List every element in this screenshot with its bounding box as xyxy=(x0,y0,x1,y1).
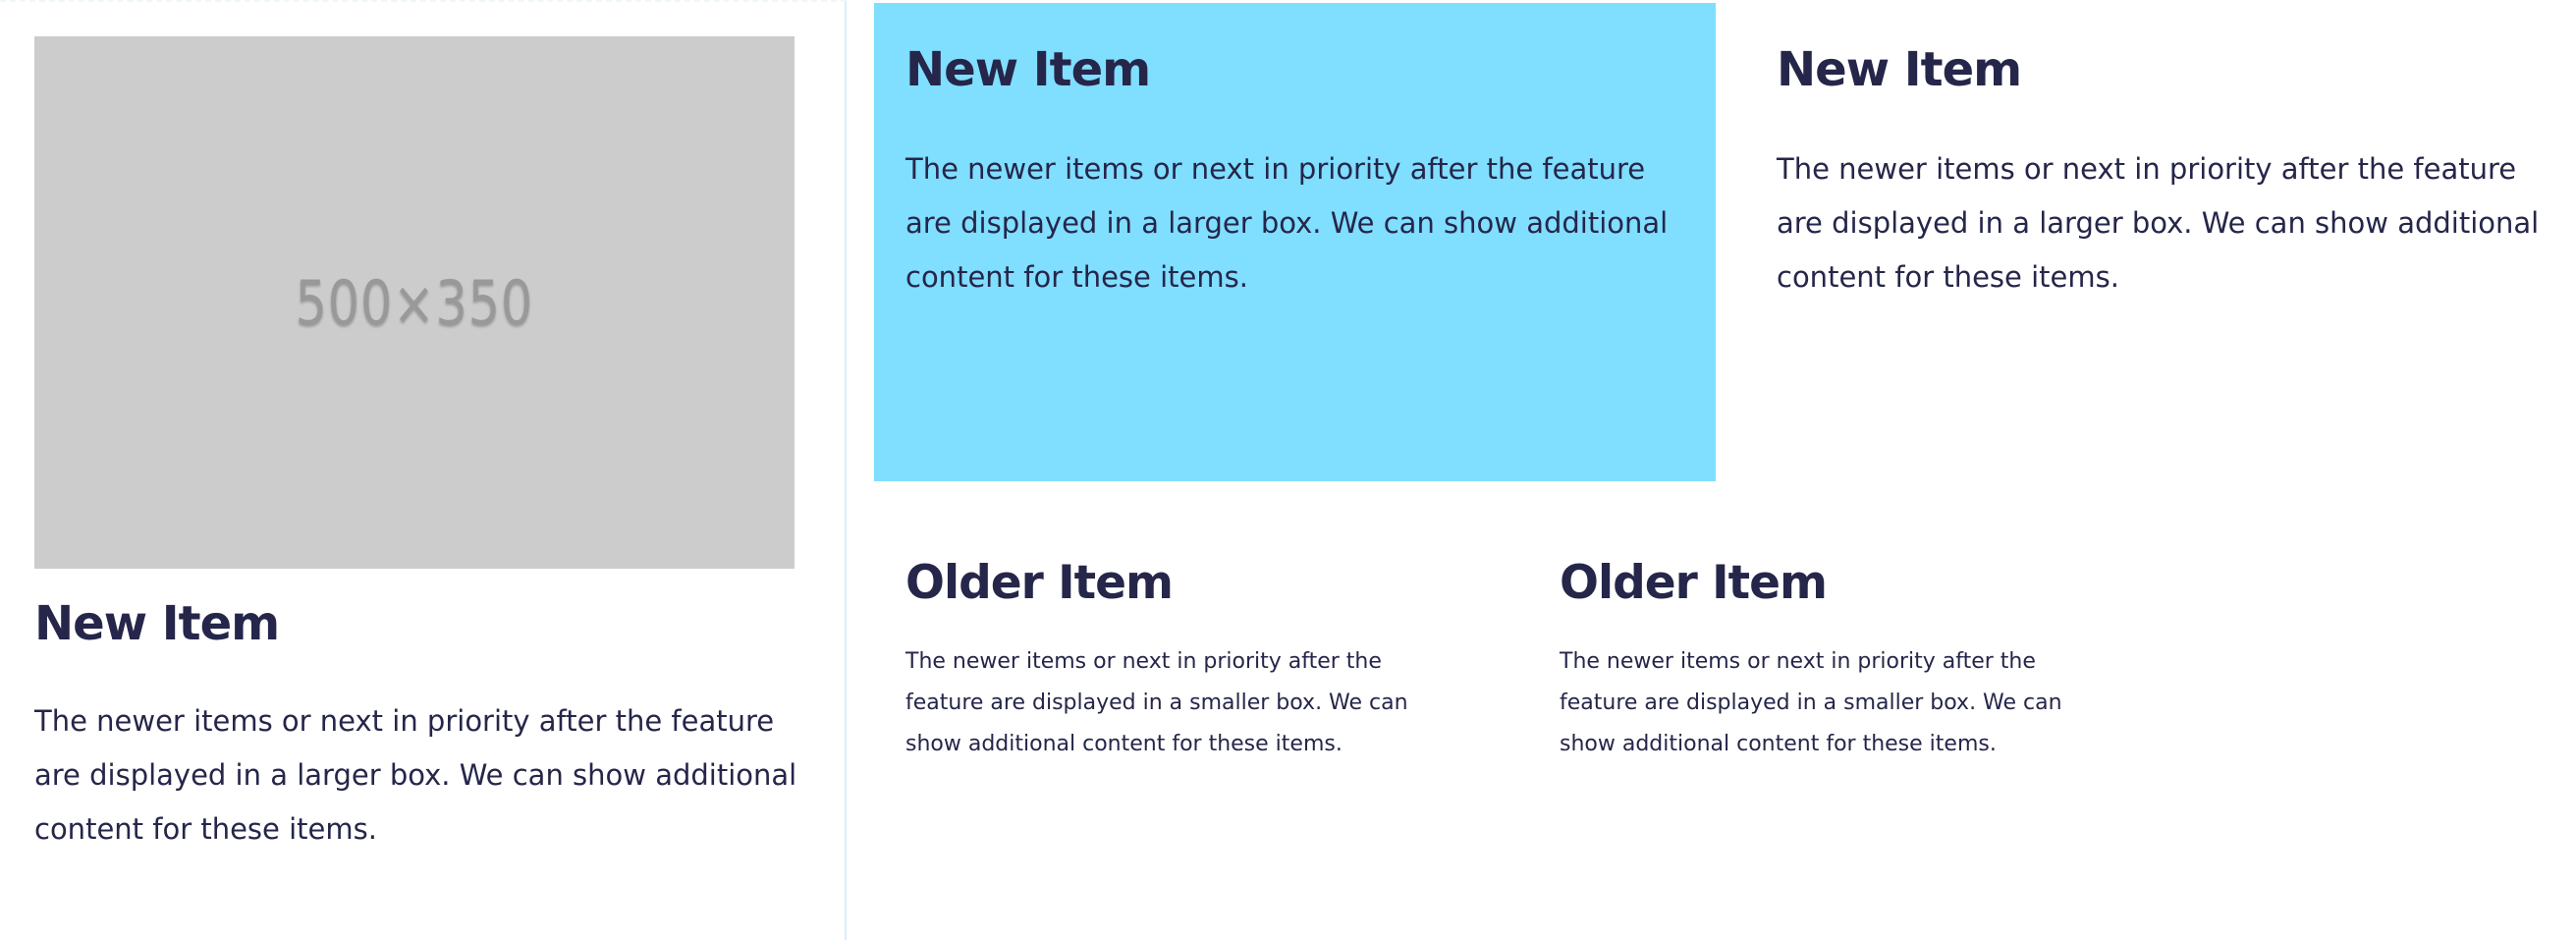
new-item-description: The newer items or next in priority afte… xyxy=(1777,152,2540,294)
older-item-description: The newer items or next in priority afte… xyxy=(905,649,1408,756)
new-item-title: New Item xyxy=(1777,42,2022,97)
new-item-description: The newer items or next in priority afte… xyxy=(905,152,1669,294)
feature-item-title: New Item xyxy=(34,596,280,651)
older-item-card[interactable]: Older Item The newer items or next in pr… xyxy=(905,540,1475,776)
feature-image-placeholder: 500×350 xyxy=(34,36,795,569)
older-item-description: The newer items or next in priority afte… xyxy=(1560,649,2062,756)
older-item-title: Older Item xyxy=(905,556,1174,610)
new-item-title: New Item xyxy=(905,42,1151,97)
new-item-card[interactable]: New Item The newer items or next in prio… xyxy=(1745,3,2576,481)
placeholder-size-label: 500×350 xyxy=(295,266,534,339)
new-item-card-highlighted[interactable]: New Item The newer items or next in prio… xyxy=(874,3,1716,481)
feature-item-card[interactable]: 500×350 New Item The newer items or next… xyxy=(0,0,847,940)
feature-item-description: The newer items or next in priority afte… xyxy=(34,704,797,846)
older-item-title: Older Item xyxy=(1560,556,1828,610)
older-item-card[interactable]: Older Item The newer items or next in pr… xyxy=(1560,540,2129,776)
